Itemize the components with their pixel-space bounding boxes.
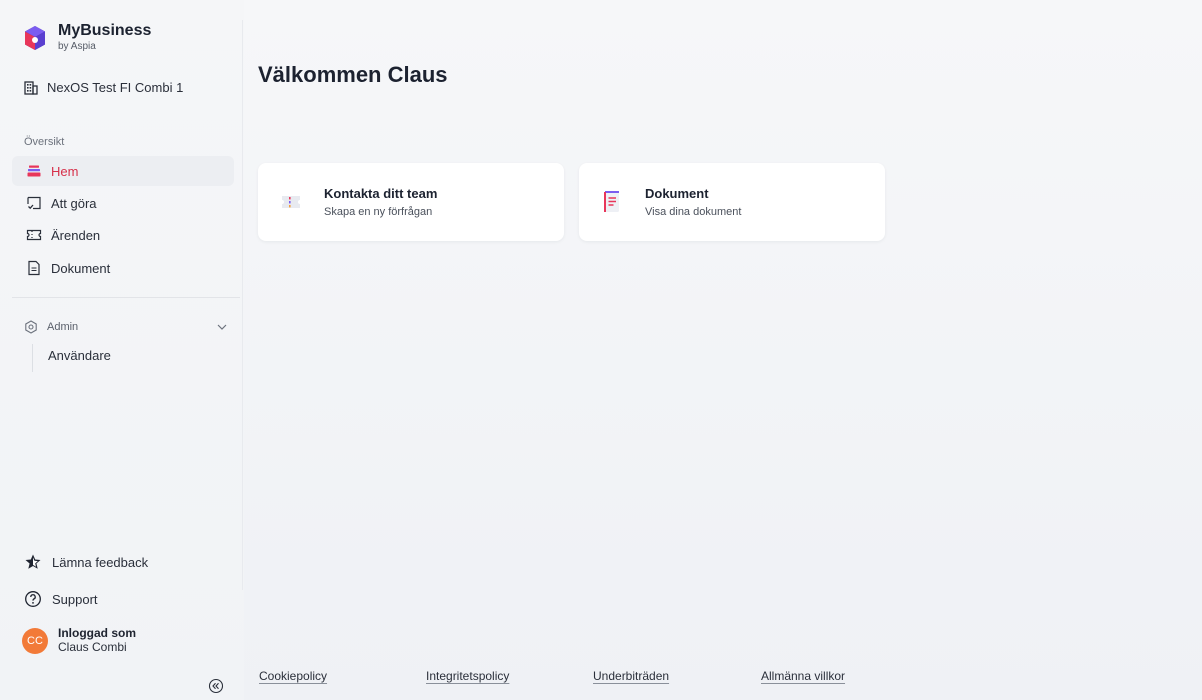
sidebar-item-arenden[interactable]: Ärenden (12, 220, 234, 250)
org-name: NexOS Test FI Combi 1 (47, 80, 184, 95)
sidebar-item-label: Dokument (51, 260, 111, 276)
card-subtitle: Skapa en ny förfrågan (324, 205, 433, 218)
brand-name: MyBusiness (58, 22, 152, 39)
user-name: Claus Combi (58, 640, 127, 654)
sidebar-item-hem[interactable]: Hem (12, 156, 234, 186)
org-selector[interactable]: NexOS Test FI Combi 1 (24, 80, 183, 95)
footer-link-cookiepolicy[interactable]: Cookiepolicy (259, 669, 327, 683)
footer-link-allmanna-villkor[interactable]: Allmänna villkor (761, 669, 845, 683)
avatar: CC (22, 627, 48, 654)
sidebar-item-label: Att göra (51, 195, 97, 211)
card-title: Kontakta ditt team (324, 185, 438, 201)
brand-sub: by Aspia (58, 41, 96, 52)
document-icon (26, 260, 42, 276)
sidebar-item-anvandare[interactable]: Användare (48, 348, 111, 363)
card-documents[interactable]: Dokument Visa dina dokument (579, 163, 885, 241)
card-subtitle: Visa dina dokument (645, 205, 742, 218)
chevron-down-icon (217, 324, 227, 330)
footer-link-integritetspolicy[interactable]: Integritetspolicy (426, 669, 509, 683)
feedback-label: Lämna feedback (52, 554, 149, 570)
footer-link-underbitraden[interactable]: Underbiträden (593, 669, 669, 683)
page-title: Välkommen Claus (258, 62, 448, 87)
ticket-icon (26, 227, 42, 243)
help-circle-icon (25, 591, 41, 607)
star-feedback-icon (25, 554, 41, 569)
sidebar-divider (12, 297, 240, 298)
home-stack-icon (26, 163, 42, 179)
sidebar-item-dokument[interactable]: Dokument (12, 253, 234, 283)
user-profile[interactable]: CC Inloggad som Claus Combi (22, 626, 136, 655)
building-icon (24, 80, 38, 95)
section-label-overview: Översikt (24, 136, 65, 148)
app-root: MyBusiness by Aspia NexOS Test FI Combi … (0, 0, 1202, 700)
sidebar-edge (242, 20, 243, 590)
sidebar-item-label: Hem (51, 163, 79, 179)
mybusiness-logo-icon (25, 26, 45, 50)
ticket-icon (282, 196, 300, 208)
admin-label: Admin (47, 321, 79, 333)
support-label: Support (52, 591, 98, 607)
gear-icon (25, 320, 37, 334)
document-icon (604, 191, 619, 212)
feedback-button[interactable]: Lämna feedback (24, 553, 148, 571)
admin-section-toggle[interactable]: Admin (24, 320, 228, 334)
support-button[interactable]: Support (24, 590, 98, 608)
card-title: Dokument (645, 185, 709, 201)
user-label: Inloggad som (58, 626, 136, 640)
sidebar: MyBusiness by Aspia NexOS Test FI Combi … (0, 0, 244, 700)
sidebar-item-label: Ärenden (51, 227, 101, 243)
submenu-rail (32, 344, 33, 372)
todo-check-icon (26, 195, 42, 211)
card-contact-team[interactable]: Kontakta ditt team Skapa en ny förfrågan (258, 163, 564, 241)
sidebar-item-att-gora[interactable]: Att göra (12, 188, 234, 218)
brand[interactable]: MyBusiness by Aspia (24, 22, 151, 53)
collapse-sidebar-icon[interactable] (208, 678, 224, 694)
